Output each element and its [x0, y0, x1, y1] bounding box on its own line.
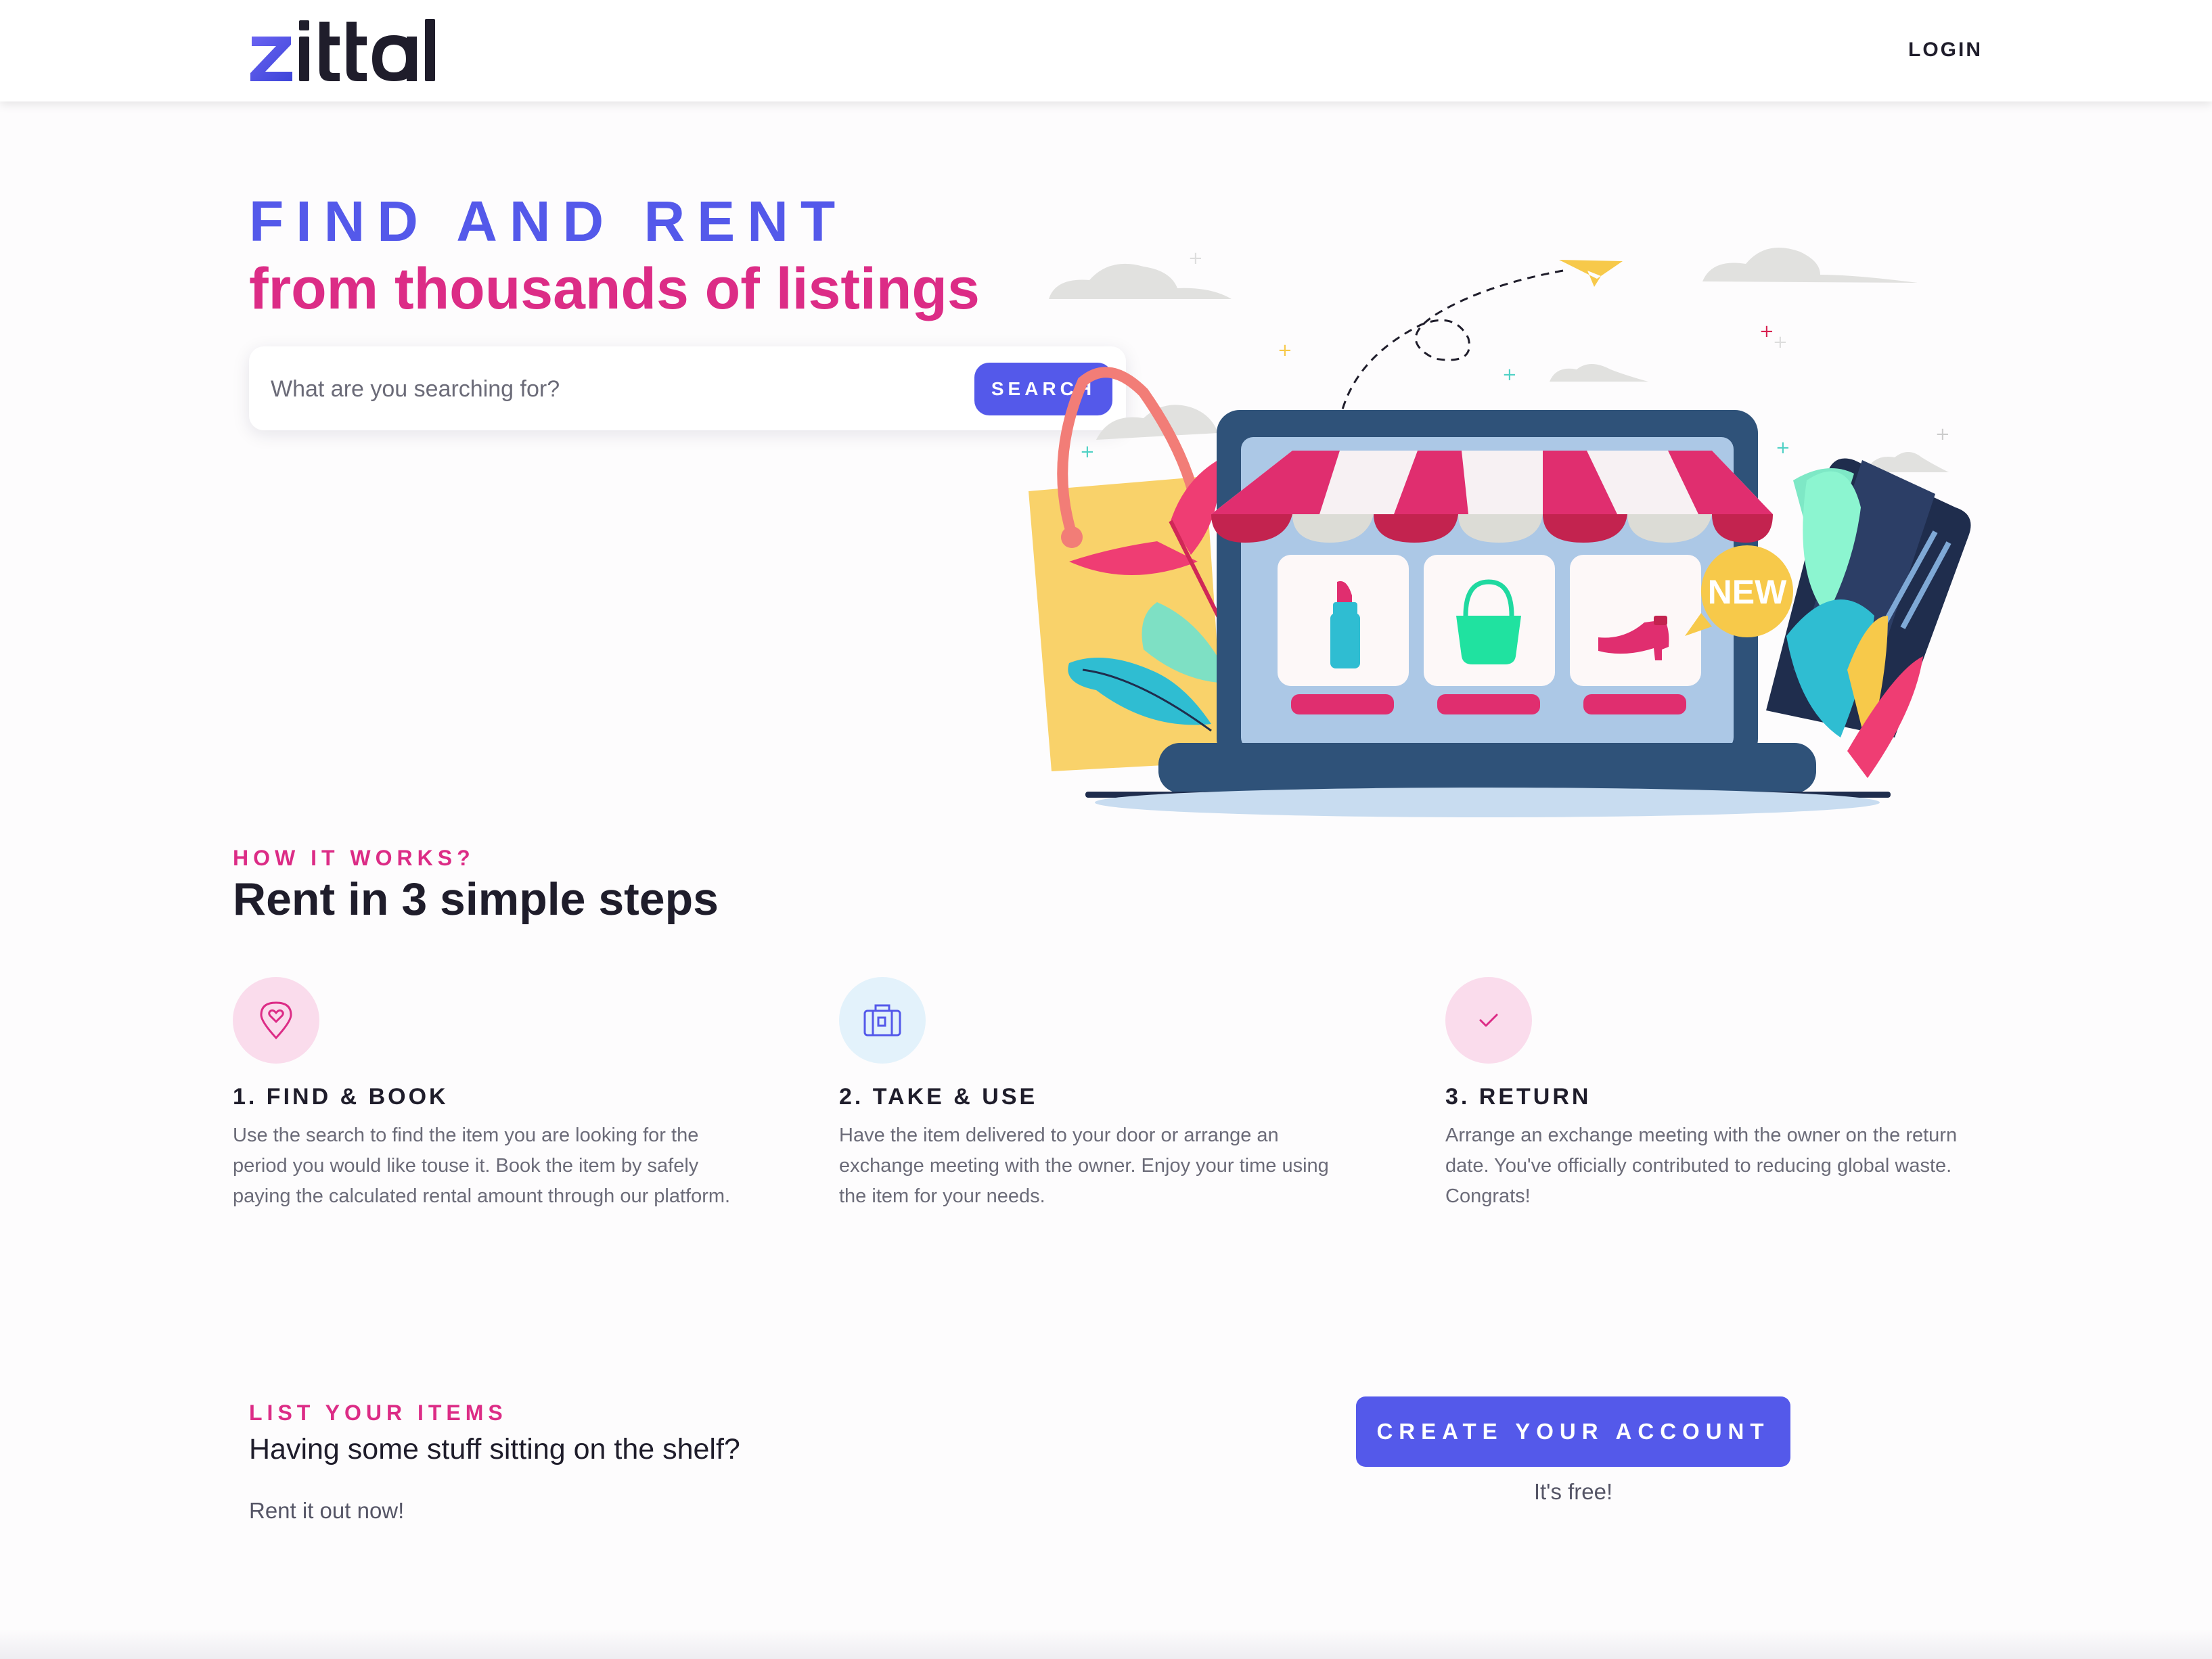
hero-title: FIND AND RENT [249, 189, 848, 253]
list-items-question: Having some stuff sitting on the shelf? [249, 1433, 740, 1465]
storefront-laptop-illustration: + + + + + + + + NEW [1029, 248, 1971, 817]
svg-text:+: + [1278, 340, 1292, 361]
create-account-button[interactable]: CREATE YOUR ACCOUNT [1356, 1396, 1790, 1467]
step-title: 1. FIND & BOOK [233, 1084, 449, 1110]
list-items-prompt: Rent it out now! [249, 1498, 405, 1523]
list-items-eyebrow: LIST YOUR ITEMS [249, 1401, 507, 1425]
login-link[interactable]: LOGIN [1895, 35, 1983, 65]
search-input[interactable] [269, 363, 949, 415]
step-title: 3. RETURN [1445, 1084, 1592, 1110]
svg-text:+: + [1188, 248, 1203, 269]
location-heart-icon [233, 977, 319, 1064]
how-it-works-title: Rent in 3 simple steps [233, 873, 719, 925]
suitcase-icon [839, 977, 926, 1064]
svg-text:+: + [1759, 321, 1774, 342]
svg-text:+: + [1502, 365, 1517, 385]
paper-plane-icon [1559, 260, 1623, 287]
svg-text:+: + [1776, 438, 1790, 458]
how-it-works-eyebrow: HOW IT WORKS? [233, 846, 475, 870]
new-badge-label: NEW [1708, 573, 1787, 611]
step-description: Arrange an exchange meeting with the own… [1445, 1124, 1958, 1207]
step-description: Have the item delivered to your door or … [839, 1124, 1329, 1207]
cta-note: It's free! [1533, 1479, 1613, 1504]
footer-edge [0, 1629, 2212, 1659]
svg-text:+: + [1080, 442, 1095, 462]
svg-text:+: + [1773, 332, 1788, 353]
step-title: 2. TAKE & USE [839, 1084, 1038, 1110]
search-bar: SEARCH [249, 346, 1126, 430]
svg-text:+: + [1935, 424, 1950, 445]
checkmark-icon [1445, 977, 1532, 1064]
top-navigation-bar: zittal LOGIN [0, 0, 2212, 101]
step-description: Use the search to find the item you are … [233, 1124, 731, 1207]
hero-subtitle: from thousands of listings [249, 256, 980, 321]
zittal-logo[interactable]: zittal [249, 12, 445, 88]
